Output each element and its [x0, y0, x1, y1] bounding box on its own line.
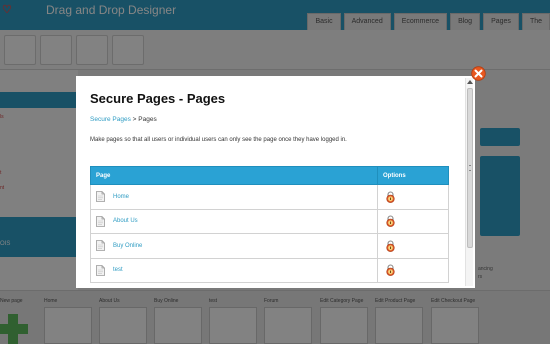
secure-pages-dialog: Secure Pages - Pages Secure Pages > Page…	[76, 76, 475, 288]
lock-icon[interactable]	[385, 191, 396, 203]
table-row: Home	[90, 184, 449, 210]
column-header-options: Options	[377, 166, 449, 185]
table-row: test	[90, 257, 449, 283]
breadcrumb: Secure Pages > Pages	[90, 116, 157, 123]
options-cell	[377, 208, 449, 234]
scroll-grip-icon	[469, 165, 471, 171]
page-link[interactable]: Home	[113, 194, 129, 200]
close-icon[interactable]	[471, 66, 486, 81]
page-cell: test	[90, 257, 378, 283]
lock-icon[interactable]	[385, 215, 396, 228]
dialog-description: Make pages so that all users or individu…	[90, 137, 347, 143]
page-cell-inner: test	[96, 264, 372, 276]
page-cell-inner: Buy Online	[96, 240, 372, 252]
page-document-icon	[96, 264, 105, 276]
options-cell	[377, 233, 449, 259]
page-cell-inner: Home	[96, 191, 372, 203]
dialog-content: Secure Pages - Pages Secure Pages > Page…	[76, 76, 464, 288]
page-link[interactable]: About Us	[113, 218, 138, 224]
page-link[interactable]: test	[113, 267, 123, 273]
dialog-title: Secure Pages - Pages	[90, 91, 226, 106]
dialog-scrollbar[interactable]	[465, 78, 473, 286]
page-cell: Home	[90, 184, 378, 210]
table-header-row: Page Options	[90, 166, 449, 185]
pages-table: Page Options Home About Us Buy Online test	[90, 166, 449, 283]
scroll-thumb[interactable]	[467, 88, 473, 248]
page-cell: Buy Online	[90, 233, 378, 259]
table-row: About Us	[90, 208, 449, 234]
column-header-page: Page	[90, 166, 378, 185]
page-cell: About Us	[90, 208, 378, 234]
page-document-icon	[96, 215, 105, 227]
lock-icon[interactable]	[385, 264, 396, 277]
page-document-icon	[96, 240, 105, 252]
options-cell	[377, 257, 449, 283]
table-row: Buy Online	[90, 233, 449, 259]
page-cell-inner: About Us	[96, 215, 372, 227]
page-link[interactable]: Buy Online	[113, 243, 142, 249]
breadcrumb-current: Pages	[138, 116, 157, 123]
lock-icon[interactable]	[385, 240, 396, 252]
page-document-icon	[96, 191, 105, 203]
breadcrumb-link[interactable]: Secure Pages	[90, 116, 131, 123]
options-cell	[377, 184, 449, 210]
